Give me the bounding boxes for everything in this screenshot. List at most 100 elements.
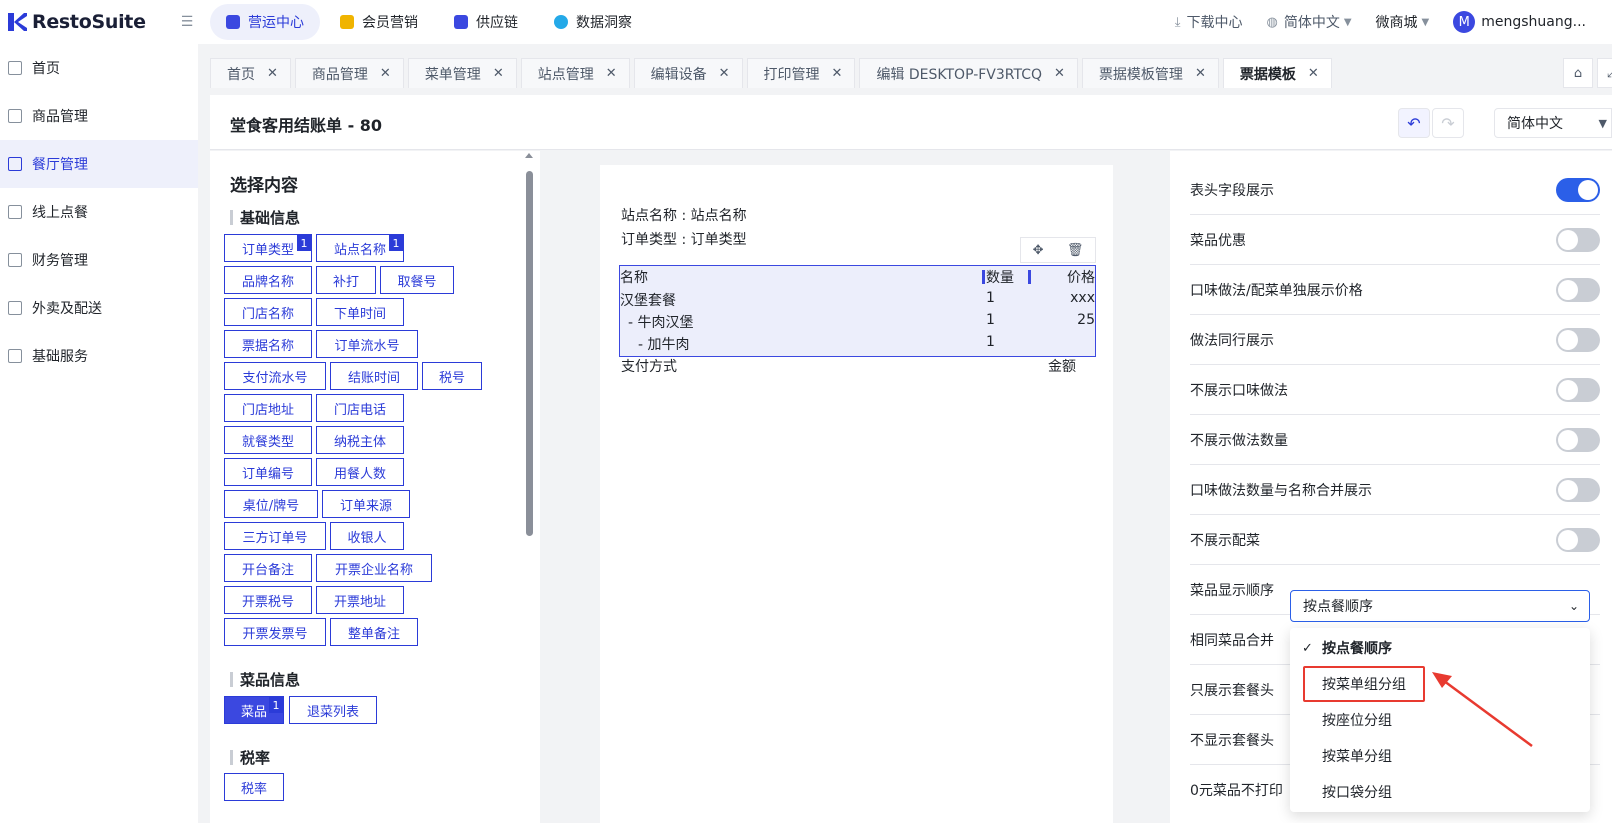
chip-pickup-number[interactable]: 取餐号 bbox=[380, 266, 454, 294]
chip-tax-rate[interactable]: 税率 bbox=[224, 773, 284, 801]
sidebar-collapse-icon[interactable]: ☰ bbox=[176, 11, 198, 33]
setting-hide-method-qty: 不展示做法数量 bbox=[1190, 415, 1600, 465]
receipt-amount-label[interactable]: 金额 bbox=[1048, 356, 1076, 376]
move-icon[interactable]: ✥ bbox=[1033, 243, 1044, 258]
close-icon[interactable]: ✕ bbox=[719, 66, 730, 81]
chip-tax-id[interactable]: 税号 bbox=[422, 362, 482, 390]
chip-invoice-address[interactable]: 开票地址 bbox=[316, 586, 404, 614]
scroll-up-arrow-icon[interactable] bbox=[525, 153, 533, 158]
toggle-switch[interactable] bbox=[1556, 477, 1600, 502]
language-switch[interactable]: ◍ 简体中文 ▼ bbox=[1267, 12, 1352, 32]
setting-dish-discount: 菜品优惠 bbox=[1190, 215, 1600, 265]
tab-stations[interactable]: 站点管理 ✕ bbox=[520, 58, 630, 88]
topnav-member-marketing[interactable]: 会员营销 bbox=[324, 4, 434, 40]
dish-block[interactable]: 名称 数量 价格 汉堡套餐 1 xxx - 牛肉汉堡 1 25 - 加牛肉 1 bbox=[619, 265, 1096, 357]
dish-order-select[interactable]: 按点餐顺序 ⌄ bbox=[1290, 590, 1590, 622]
chip-store-phone[interactable]: 门店电话 bbox=[316, 394, 404, 422]
download-center-link[interactable]: ⤓ 下载中心 bbox=[1175, 12, 1243, 32]
chip-invoice-company[interactable]: 开票企业名称 bbox=[316, 554, 432, 582]
tab-edit-desktop[interactable]: 编辑 DESKTOP-FV3RTCQ ✕ bbox=[859, 58, 1078, 88]
chip-third-party-order[interactable]: 三方订单号 bbox=[224, 522, 326, 550]
receipt-order-type-line[interactable]: 订单类型 : 订单类型 bbox=[621, 229, 747, 249]
content-selection-panel: 选择内容 基础信息 订单类型 1 站点名称 1 品牌名称 补打 取餐号 门店名称 下… bbox=[210, 151, 540, 823]
sidebar-item-delivery[interactable]: 外卖及配送 bbox=[0, 284, 198, 332]
expand-icon[interactable]: ⤢ bbox=[1597, 58, 1612, 88]
chip-order-source[interactable]: 订单来源 bbox=[322, 490, 410, 518]
toggle-switch[interactable] bbox=[1556, 177, 1600, 202]
hand-icon bbox=[8, 205, 22, 219]
sidebar-item-home[interactable]: 首页 bbox=[0, 44, 198, 92]
chip-dishes[interactable]: 菜品 1 bbox=[224, 696, 284, 724]
close-icon[interactable]: ✕ bbox=[606, 66, 617, 81]
tab-edit-device[interactable]: 编辑设备 ✕ bbox=[633, 58, 743, 88]
toggle-switch[interactable] bbox=[1556, 527, 1600, 552]
chip-store-address[interactable]: 门店地址 bbox=[224, 394, 312, 422]
toggle-switch[interactable] bbox=[1556, 327, 1600, 352]
scrollbar[interactable] bbox=[526, 171, 533, 536]
toggle-switch[interactable] bbox=[1556, 377, 1600, 402]
tab-template-management[interactable]: 票据模板管理 ✕ bbox=[1081, 58, 1219, 88]
sidebar-item-finance[interactable]: 财务管理 bbox=[0, 236, 198, 284]
close-icon[interactable]: ✕ bbox=[493, 66, 504, 81]
tab-home[interactable]: 首页 ✕ bbox=[210, 58, 291, 88]
close-icon[interactable]: ✕ bbox=[1308, 66, 1319, 81]
column-divider[interactable] bbox=[1028, 270, 1031, 284]
toggle-switch[interactable] bbox=[1556, 277, 1600, 302]
close-icon[interactable]: ✕ bbox=[1054, 66, 1065, 81]
sidebar-item-basic-services[interactable]: 基础服务 bbox=[0, 332, 198, 380]
chip-order-number[interactable]: 订单编号 bbox=[224, 458, 312, 486]
topnav-operations[interactable]: 营运中心 bbox=[210, 4, 320, 40]
redo-button[interactable]: ↷ bbox=[1432, 108, 1464, 138]
pin-icon[interactable]: ⌂ bbox=[1563, 58, 1593, 88]
chip-brand-name[interactable]: 品牌名称 bbox=[224, 266, 312, 294]
chip-order-time[interactable]: 下单时间 bbox=[316, 298, 404, 326]
chip-returned-dishes[interactable]: 退菜列表 bbox=[289, 696, 377, 724]
column-divider[interactable] bbox=[982, 270, 985, 284]
document-header: 堂食客用结账单 - 80 ↶ ↷ 简体中文 ▼ bbox=[210, 95, 1612, 150]
chip-guest-count[interactable]: 用餐人数 bbox=[316, 458, 404, 486]
undo-button[interactable]: ↶ bbox=[1398, 108, 1430, 138]
toggle-switch[interactable] bbox=[1556, 227, 1600, 252]
micro-shop-menu[interactable]: 微商城 ▼ bbox=[1376, 12, 1430, 32]
sidebar-item-restaurant[interactable]: 餐厅管理 bbox=[0, 140, 198, 188]
user-menu[interactable]: M mengshuang... bbox=[1453, 11, 1592, 33]
chip-checkout-time[interactable]: 结账时间 bbox=[330, 362, 418, 390]
trash-icon[interactable]: 🗑 bbox=[1067, 243, 1084, 258]
tab-bar: 首页 ✕ 商品管理 ✕ 菜单管理 ✕ 站点管理 ✕ 编辑设备 ✕ 打印管理 ✕ 编辑 DES… bbox=[210, 58, 1336, 88]
chip-order-serial[interactable]: 订单流水号 bbox=[316, 330, 418, 358]
receipt-station-line[interactable]: 站点名称 : 站点名称 bbox=[621, 205, 747, 225]
close-icon[interactable]: ✕ bbox=[267, 66, 278, 81]
tab-print-management[interactable]: 打印管理 ✕ bbox=[746, 58, 856, 88]
close-icon[interactable]: ✕ bbox=[1195, 66, 1206, 81]
option-pocket-group[interactable]: 按口袋分组 bbox=[1290, 774, 1590, 810]
receipt-payment-label[interactable]: 支付方式 bbox=[621, 356, 677, 376]
tab-products[interactable]: 商品管理 ✕ bbox=[294, 58, 404, 88]
close-icon[interactable]: ✕ bbox=[380, 66, 391, 81]
chip-store-name[interactable]: 门店名称 bbox=[224, 298, 312, 326]
chip-order-note[interactable]: 整单备注 bbox=[330, 618, 418, 646]
chip-taxpayer[interactable]: 纳税主体 bbox=[316, 426, 404, 454]
chip-dining-type[interactable]: 就餐类型 bbox=[224, 426, 312, 454]
option-order-sequence[interactable]: ✓ 按点餐顺序 bbox=[1290, 630, 1590, 666]
tab-receipt-template[interactable]: 票据模板 ✕ bbox=[1222, 58, 1332, 88]
chip-cashier[interactable]: 收银人 bbox=[330, 522, 404, 550]
chip-invoice-tax-id[interactable]: 开票税号 bbox=[224, 586, 312, 614]
chip-table-note[interactable]: 开台备注 bbox=[224, 554, 312, 582]
chip-reprint[interactable]: 补打 bbox=[316, 266, 376, 294]
chip-table-number[interactable]: 桌位/牌号 bbox=[224, 490, 318, 518]
brand-logo[interactable]: RestoSuite bbox=[0, 11, 176, 33]
close-icon[interactable]: ✕ bbox=[832, 66, 843, 81]
template-language-select[interactable]: 简体中文 ▼ bbox=[1494, 108, 1612, 138]
chip-payment-serial[interactable]: 支付流水号 bbox=[224, 362, 326, 390]
sidebar-item-online-order[interactable]: 线上点餐 bbox=[0, 188, 198, 236]
chevron-down-icon: ⌄ bbox=[1568, 599, 1579, 613]
sidebar-item-products[interactable]: 商品管理 bbox=[0, 92, 198, 140]
chip-station-name[interactable]: 站点名称 1 bbox=[316, 234, 404, 262]
topnav-data-insights[interactable]: 数据洞察 bbox=[538, 4, 648, 40]
topnav-supply-chain[interactable]: 供应链 bbox=[438, 4, 534, 40]
tab-menus[interactable]: 菜单管理 ✕ bbox=[407, 58, 517, 88]
chip-order-type[interactable]: 订单类型 1 bbox=[224, 234, 312, 262]
chip-invoice-number[interactable]: 开票发票号 bbox=[224, 618, 326, 646]
chip-receipt-name[interactable]: 票据名称 bbox=[224, 330, 312, 358]
toggle-switch[interactable] bbox=[1556, 427, 1600, 452]
